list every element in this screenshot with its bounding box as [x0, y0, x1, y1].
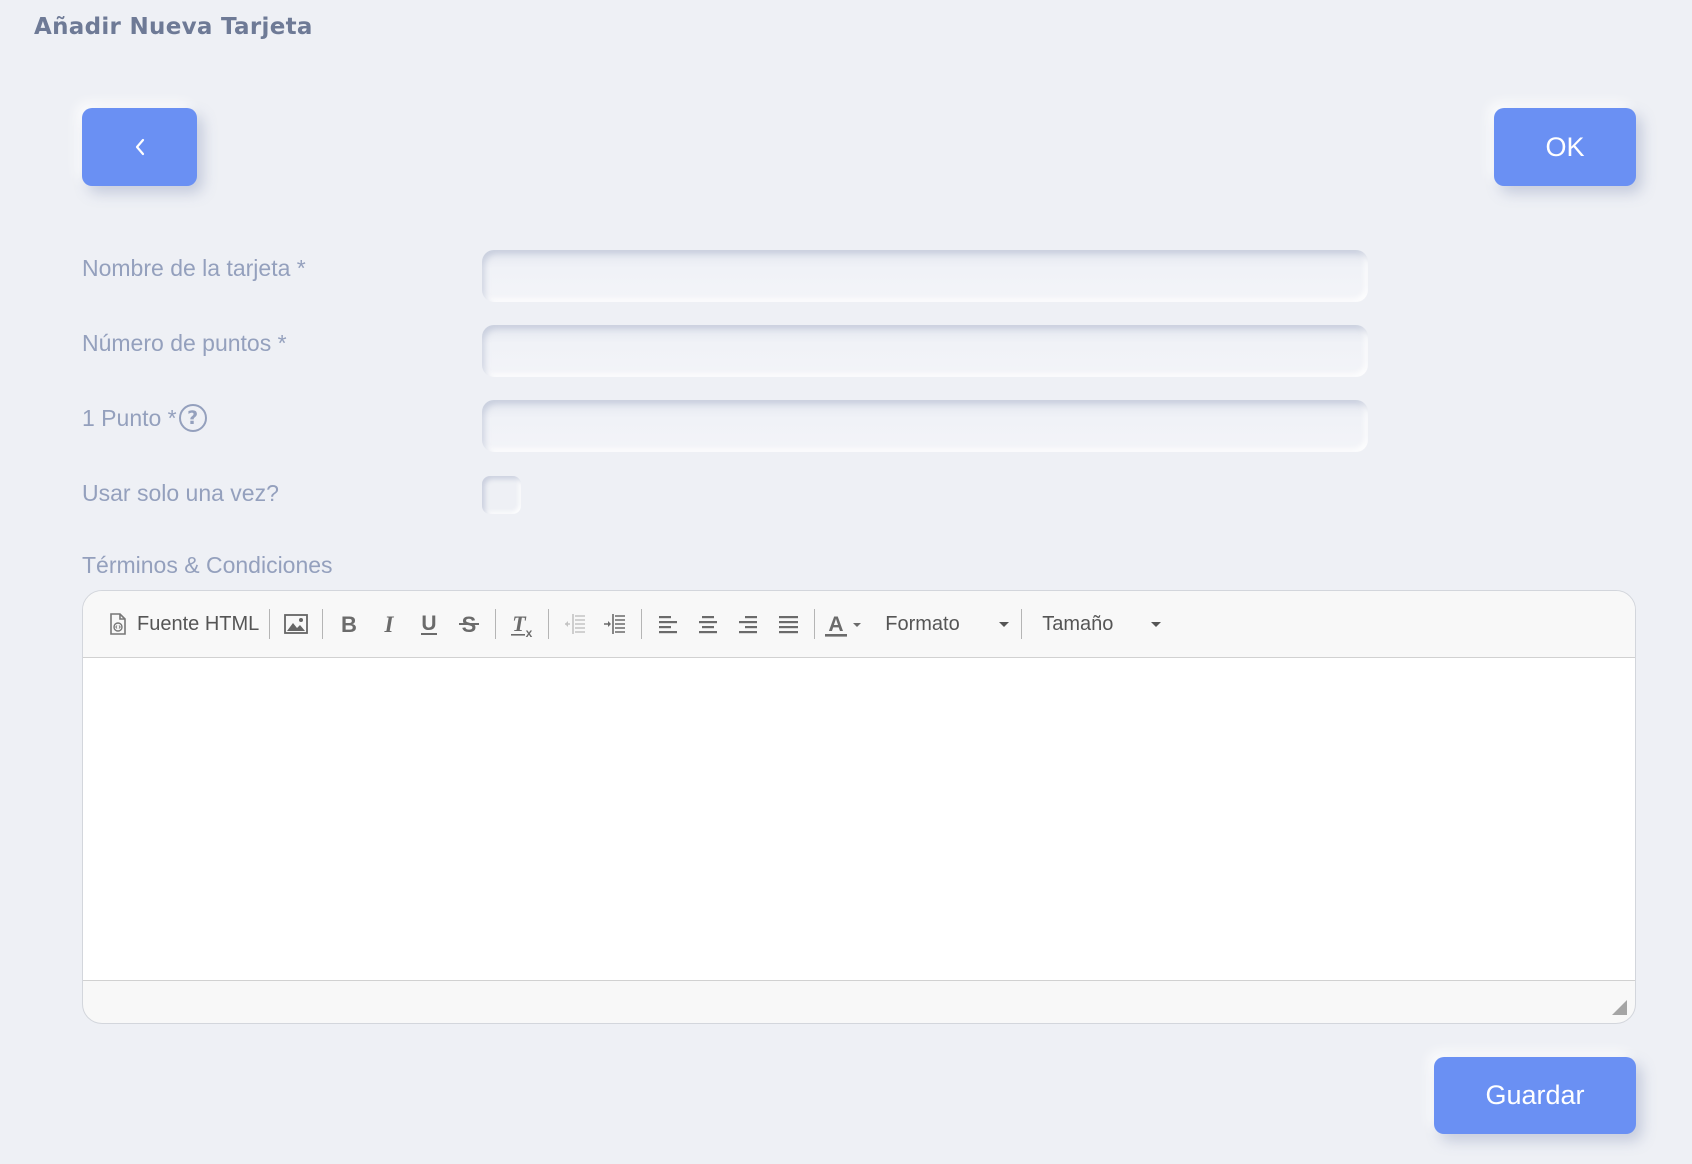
svg-text:I: I — [384, 612, 395, 637]
format-dropdown[interactable]: Formato — [871, 604, 1021, 644]
source-icon — [110, 613, 126, 635]
bold-button[interactable]: B — [329, 604, 369, 644]
indent-button[interactable] — [595, 604, 635, 644]
size-dropdown-label: Tamaño — [1042, 612, 1114, 635]
underline-icon: U — [421, 612, 438, 635]
strikethrough-icon: S — [459, 612, 480, 637]
one-point-label-row: 1 Punto * ? — [82, 404, 207, 432]
toolbar-separator — [1021, 609, 1023, 639]
align-right-button[interactable] — [728, 604, 768, 644]
image-button[interactable] — [276, 604, 316, 644]
format-dropdown-label: Formato — [885, 612, 960, 635]
justify-icon — [779, 616, 799, 634]
align-left-icon — [659, 616, 678, 634]
remove-format-icon: T x — [511, 611, 533, 640]
editor-content-area[interactable] — [83, 658, 1635, 981]
align-left-button[interactable] — [648, 604, 688, 644]
toolbar-separator — [495, 609, 497, 639]
page-title: Añadir Nueva Tarjeta — [34, 14, 313, 40]
toolbar-separator — [548, 609, 550, 639]
text-color-icon: A — [825, 613, 862, 637]
rich-text-editor: Fuente HTML B I U S T x A Formato Tamaño — [82, 590, 1636, 1024]
save-button[interactable]: Guardar — [1434, 1057, 1636, 1134]
question-circle-icon[interactable]: ? — [178, 404, 207, 432]
toolbar-separator — [322, 609, 324, 639]
chevron-down-icon — [1151, 621, 1162, 627]
svg-text:U: U — [422, 612, 437, 635]
svg-text:x: x — [526, 626, 533, 640]
size-dropdown[interactable]: Tamaño — [1028, 604, 1173, 644]
toolbar-separator — [641, 609, 643, 639]
use-once-checkbox[interactable] — [482, 476, 521, 514]
outdent-button[interactable] — [555, 604, 595, 644]
source-button[interactable]: Fuente HTML — [107, 604, 263, 644]
text-color-button[interactable]: A — [821, 604, 871, 644]
align-center-icon — [699, 616, 718, 634]
toolbar-separator — [814, 609, 816, 639]
align-center-button[interactable] — [688, 604, 728, 644]
back-button[interactable] — [82, 108, 197, 186]
card-name-label: Nombre de la tarjeta * — [82, 255, 306, 281]
svg-text:A: A — [829, 613, 844, 636]
points-number-input[interactable] — [482, 325, 1368, 377]
remove-format-button[interactable]: T x — [502, 604, 542, 644]
strikethrough-button[interactable]: S — [449, 604, 489, 644]
one-point-label: 1 Punto * — [82, 404, 177, 431]
chevron-left-icon — [135, 138, 144, 156]
outdent-icon — [565, 614, 586, 634]
svg-text:B: B — [341, 612, 357, 637]
terms-label: Términos & Condiciones — [82, 552, 333, 578]
indent-icon — [604, 614, 626, 634]
source-label: Fuente HTML — [137, 612, 260, 635]
toolbar-separator — [269, 609, 271, 639]
resize-handle[interactable] — [1612, 1000, 1627, 1015]
chevron-down-icon — [999, 621, 1010, 627]
underline-button[interactable]: U — [409, 604, 449, 644]
one-point-input[interactable] — [482, 400, 1368, 452]
italic-icon: I — [384, 612, 395, 637]
italic-button[interactable]: I — [369, 604, 409, 644]
image-icon — [284, 614, 309, 634]
card-name-input[interactable] — [482, 250, 1368, 302]
editor-toolbar: Fuente HTML B I U S T x A Formato Tamaño — [83, 591, 1635, 658]
align-right-icon — [739, 616, 758, 634]
bold-icon: B — [341, 612, 357, 637]
justify-button[interactable] — [768, 604, 808, 644]
use-once-label: Usar solo una vez? — [82, 480, 279, 506]
points-number-label: Número de puntos * — [82, 330, 287, 356]
ok-button[interactable]: OK — [1494, 108, 1636, 186]
